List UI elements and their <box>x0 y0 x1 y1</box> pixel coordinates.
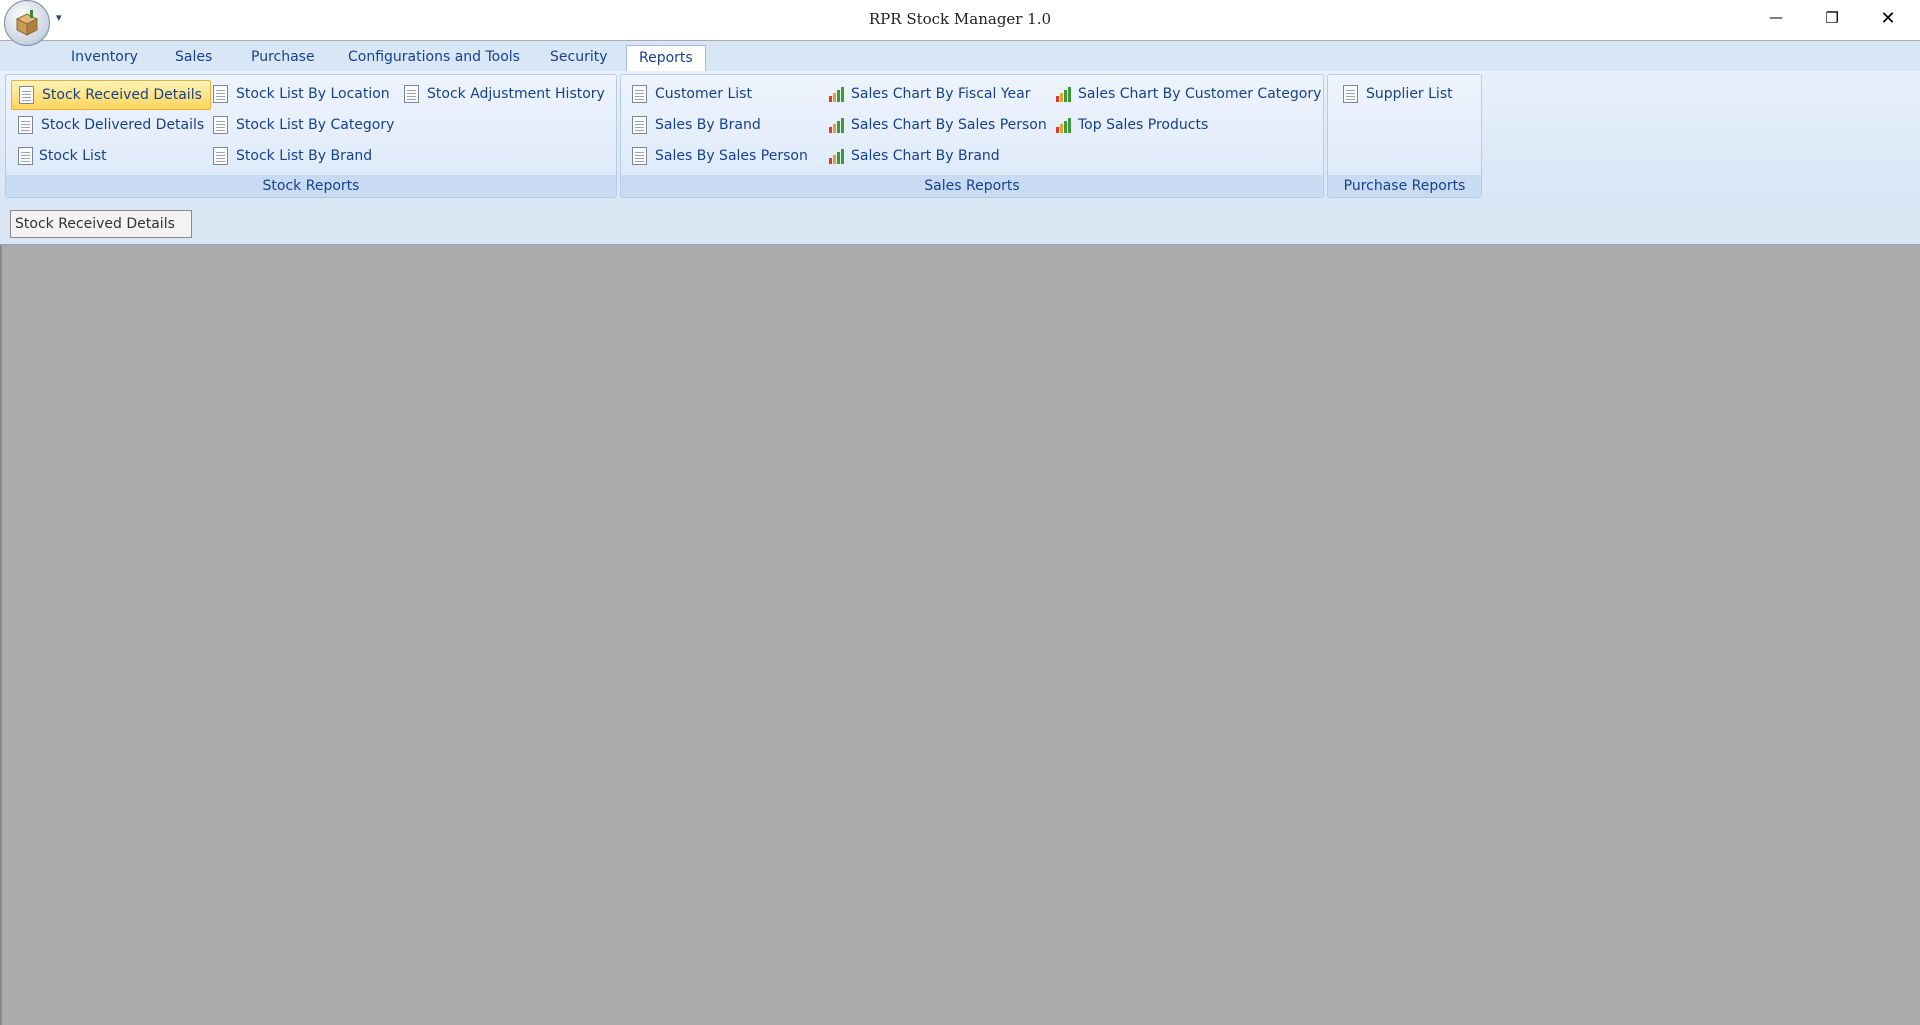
tab-inventory[interactable]: Inventory <box>71 45 138 69</box>
group-sales-reports: Customer List Sales By Brand Sales By Sa… <box>620 74 1324 198</box>
minimize-icon: — <box>1769 10 1783 26</box>
package-icon <box>15 10 39 36</box>
restore-button[interactable]: ❐ <box>1804 0 1860 36</box>
window-title: RPR Stock Manager 1.0 <box>868 10 1052 28</box>
stock-adjustment-history-button[interactable]: Stock Adjustment History <box>397 80 613 108</box>
document-tab-strip: Stock Received Details <box>0 200 1920 245</box>
bar-chart-icon <box>1055 85 1071 103</box>
report-document-icon <box>632 116 648 134</box>
button-label: Stock List By Category <box>236 117 395 133</box>
report-document-icon <box>1343 85 1359 103</box>
button-label: Sales Chart By Fiscal Year <box>851 86 1031 102</box>
report-document-icon <box>632 147 648 165</box>
button-label: Stock List By Location <box>236 86 390 102</box>
group-purchase-reports: Supplier List Purchase Reports <box>1327 74 1482 198</box>
button-label: Stock Delivered Details <box>41 117 205 133</box>
button-label: Customer List <box>655 86 752 102</box>
report-document-icon <box>632 85 648 103</box>
report-document-icon <box>213 147 229 165</box>
stock-received-details-button[interactable]: Stock Received Details <box>11 80 211 110</box>
button-label: Stock List <box>39 148 107 164</box>
report-document-icon <box>19 86 35 104</box>
button-label: Top Sales Products <box>1078 117 1209 133</box>
supplier-list-button[interactable]: Supplier List <box>1336 80 1461 108</box>
ribbon-tab-strip: Inventory Sales Purchase Configurations … <box>0 41 1920 72</box>
report-document-icon <box>18 147 34 165</box>
mdi-workspace <box>0 245 1920 1025</box>
stock-delivered-details-button[interactable]: Stock Delivered Details <box>11 111 212 139</box>
button-label: Sales Chart By Sales Person <box>851 117 1047 133</box>
button-label: Stock List By Brand <box>236 148 373 164</box>
tab-sales[interactable]: Sales <box>175 45 212 69</box>
sales-chart-by-fiscal-year-button[interactable]: Sales Chart By Fiscal Year <box>821 80 1038 108</box>
group-stock-reports: Stock Received Details Stock Delivered D… <box>5 74 617 198</box>
stock-list-by-location-button[interactable]: Stock List By Location <box>206 80 398 108</box>
minimize-button[interactable]: — <box>1748 0 1804 36</box>
button-label: Sales Chart By Customer Category <box>1078 86 1322 102</box>
tab-configurations-and-tools[interactable]: Configurations and Tools <box>348 45 520 69</box>
document-tab-stock-received-details[interactable]: Stock Received Details <box>10 210 192 238</box>
top-sales-products-button[interactable]: Top Sales Products <box>1048 111 1216 139</box>
stock-list-by-brand-button[interactable]: Stock List By Brand <box>206 142 380 170</box>
bar-chart-icon <box>1055 116 1071 134</box>
tab-purchase[interactable]: Purchase <box>251 45 315 69</box>
report-document-icon <box>213 116 229 134</box>
tab-reports[interactable]: Reports <box>626 45 706 72</box>
group-caption-sales-reports: Sales Reports <box>621 175 1323 197</box>
button-label: Supplier List <box>1366 86 1453 102</box>
stock-list-button[interactable]: Stock List <box>11 142 115 170</box>
ribbon-panel: Stock Received Details Stock Delivered D… <box>0 71 1920 201</box>
bar-chart-icon <box>828 85 844 103</box>
close-icon: ✕ <box>1880 7 1896 29</box>
customer-list-button[interactable]: Customer List <box>625 80 760 108</box>
group-caption-purchase-reports: Purchase Reports <box>1328 175 1481 197</box>
restore-icon: ❐ <box>1825 9 1839 27</box>
sales-chart-by-customer-category-button[interactable]: Sales Chart By Customer Category <box>1048 80 1329 108</box>
application-menu-button[interactable] <box>4 0 50 46</box>
bar-chart-icon <box>828 147 844 165</box>
button-label: Sales Chart By Brand <box>851 148 1000 164</box>
stock-list-by-category-button[interactable]: Stock List By Category <box>206 111 402 139</box>
report-document-icon <box>18 116 34 134</box>
button-label: Stock Received Details <box>42 87 202 103</box>
report-document-icon <box>404 85 420 103</box>
sales-chart-by-sales-person-button[interactable]: Sales Chart By Sales Person <box>821 111 1055 139</box>
bar-chart-icon <box>828 116 844 134</box>
group-caption-stock-reports: Stock Reports <box>6 175 616 197</box>
sales-by-sales-person-button[interactable]: Sales By Sales Person <box>625 142 816 170</box>
tab-security[interactable]: Security <box>550 45 608 69</box>
button-label: Sales By Brand <box>655 117 761 133</box>
button-label: Stock Adjustment History <box>427 86 605 102</box>
report-document-icon <box>213 85 229 103</box>
sales-by-brand-button[interactable]: Sales By Brand <box>625 111 769 139</box>
button-label: Sales By Sales Person <box>655 148 808 164</box>
sales-chart-by-brand-button[interactable]: Sales Chart By Brand <box>821 142 1008 170</box>
title-bar: ▾ RPR Stock Manager 1.0 — ❐ ✕ <box>0 0 1920 46</box>
close-button[interactable]: ✕ <box>1860 0 1916 36</box>
